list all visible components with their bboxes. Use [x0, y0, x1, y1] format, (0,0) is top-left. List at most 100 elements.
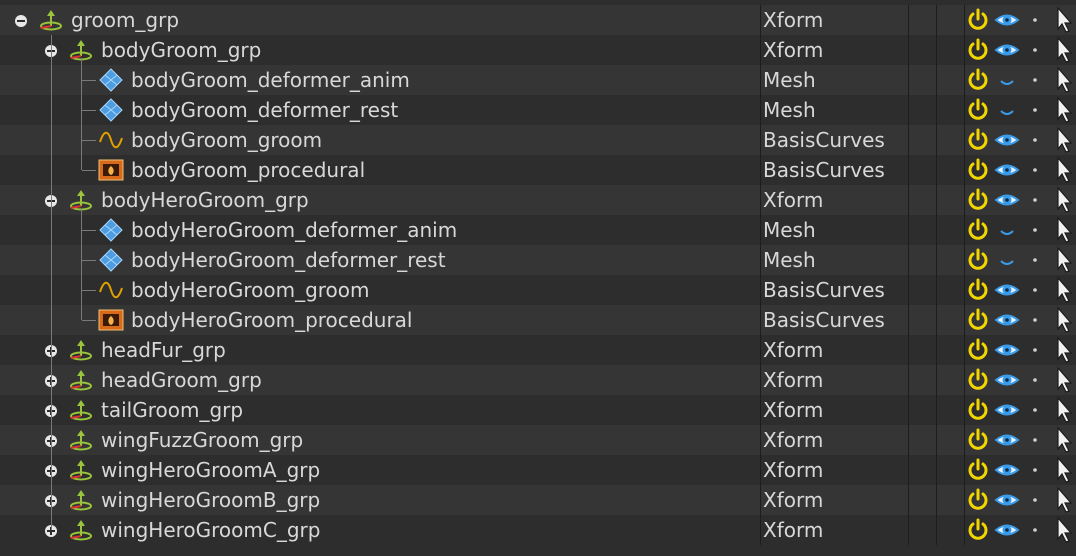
active-toggle-icon[interactable]	[964, 305, 992, 335]
visibility-eye-icon[interactable]	[992, 365, 1022, 395]
active-toggle-icon[interactable]	[964, 425, 992, 455]
active-toggle-icon[interactable]	[964, 5, 992, 35]
tree-guide-line	[82, 140, 96, 141]
prim-name: bodyHeroGroom_grp	[101, 188, 309, 212]
selectable-dot-icon[interactable]	[1022, 35, 1048, 65]
tree-row[interactable]: bodyHeroGroom_procedural BasisCurves	[0, 305, 1076, 335]
active-toggle-icon[interactable]	[964, 185, 992, 215]
active-toggle-icon[interactable]	[964, 515, 992, 545]
selectable-dot-icon[interactable]	[1022, 515, 1048, 545]
tree-row[interactable]: bodyHeroGroom_groom BasisCurves	[0, 275, 1076, 305]
active-toggle-icon[interactable]	[964, 485, 992, 515]
tree-row[interactable]: bodyHeroGroom_deformer_rest Mesh	[0, 245, 1076, 275]
active-toggle-icon[interactable]	[964, 395, 992, 425]
active-toggle-icon[interactable]	[964, 155, 992, 185]
tree-row[interactable]: bodyGroom_deformer_anim Mesh	[0, 65, 1076, 95]
visibility-eye-icon[interactable]	[992, 335, 1022, 365]
visibility-eye-icon[interactable]	[992, 125, 1022, 155]
selectable-dot-icon[interactable]	[1022, 335, 1048, 365]
active-toggle-icon[interactable]	[964, 65, 992, 95]
pointer-icon[interactable]	[1048, 125, 1076, 155]
visibility-closed-icon[interactable]	[992, 65, 1022, 95]
visibility-closed-icon[interactable]	[992, 215, 1022, 245]
tree-row[interactable]: bodyGroom_groom BasisCurves	[0, 125, 1076, 155]
pointer-icon[interactable]	[1048, 65, 1076, 95]
tree-row[interactable]: bodyGroom_procedural BasisCurves	[0, 155, 1076, 185]
tree-row[interactable]: headGroom_grp Xform	[0, 365, 1076, 395]
visibility-eye-icon[interactable]	[992, 155, 1022, 185]
pointer-icon[interactable]	[1048, 275, 1076, 305]
active-toggle-icon[interactable]	[964, 245, 992, 275]
pointer-icon[interactable]	[1048, 425, 1076, 455]
column-divider	[908, 35, 909, 65]
selectable-dot-icon[interactable]	[1022, 155, 1048, 185]
visibility-eye-icon[interactable]	[992, 35, 1022, 65]
collapse-icon[interactable]	[14, 13, 28, 27]
visibility-eye-icon[interactable]	[992, 515, 1022, 545]
active-toggle-icon[interactable]	[964, 215, 992, 245]
active-toggle-icon[interactable]	[964, 125, 992, 155]
selectable-dot-icon[interactable]	[1022, 125, 1048, 155]
pointer-icon[interactable]	[1048, 215, 1076, 245]
pointer-icon[interactable]	[1048, 485, 1076, 515]
pointer-icon[interactable]	[1048, 155, 1076, 185]
prim-type: Mesh	[763, 98, 816, 122]
visibility-eye-icon[interactable]	[992, 455, 1022, 485]
selectable-dot-icon[interactable]	[1022, 275, 1048, 305]
visibility-eye-icon[interactable]	[992, 395, 1022, 425]
tree-row[interactable]: wingHeroGroomA_grp Xform	[0, 455, 1076, 485]
column-divider	[908, 335, 909, 365]
tree-row[interactable]: wingFuzzGroom_grp Xform	[0, 425, 1076, 455]
tree-row[interactable]: groom_grp Xform	[0, 5, 1076, 35]
tree-row[interactable]: bodyGroom_grp Xform	[0, 35, 1076, 65]
pointer-icon[interactable]	[1048, 455, 1076, 485]
pointer-icon[interactable]	[1048, 335, 1076, 365]
pointer-icon[interactable]	[1048, 35, 1076, 65]
visibility-closed-icon[interactable]	[992, 245, 1022, 275]
pointer-icon[interactable]	[1048, 245, 1076, 275]
tree-row[interactable]: wingHeroGroomC_grp Xform	[0, 515, 1076, 545]
pointer-icon[interactable]	[1048, 5, 1076, 35]
selectable-dot-icon[interactable]	[1022, 365, 1048, 395]
visibility-eye-icon[interactable]	[992, 185, 1022, 215]
pointer-icon[interactable]	[1048, 395, 1076, 425]
selectable-dot-icon[interactable]	[1022, 185, 1048, 215]
pointer-icon[interactable]	[1048, 515, 1076, 545]
column-divider	[760, 185, 761, 215]
pointer-icon[interactable]	[1048, 95, 1076, 125]
pointer-icon[interactable]	[1048, 305, 1076, 335]
visibility-eye-icon[interactable]	[992, 425, 1022, 455]
column-divider	[760, 455, 761, 485]
tree-row[interactable]: tailGroom_grp Xform	[0, 395, 1076, 425]
selectable-dot-icon[interactable]	[1022, 65, 1048, 95]
active-toggle-icon[interactable]	[964, 275, 992, 305]
selectable-dot-icon[interactable]	[1022, 455, 1048, 485]
pointer-icon[interactable]	[1048, 365, 1076, 395]
active-toggle-icon[interactable]	[964, 35, 992, 65]
visibility-eye-icon[interactable]	[992, 485, 1022, 515]
tree-guide-line	[81, 208, 82, 320]
active-toggle-icon[interactable]	[964, 455, 992, 485]
visibility-eye-icon[interactable]	[992, 5, 1022, 35]
column-divider	[936, 515, 937, 545]
visibility-eye-icon[interactable]	[992, 305, 1022, 335]
pointer-icon[interactable]	[1048, 185, 1076, 215]
selectable-dot-icon[interactable]	[1022, 425, 1048, 455]
selectable-dot-icon[interactable]	[1022, 485, 1048, 515]
tree-row[interactable]: bodyHeroGroom_deformer_anim Mesh	[0, 215, 1076, 245]
tree-row[interactable]: headFur_grp Xform	[0, 335, 1076, 365]
active-toggle-icon[interactable]	[964, 365, 992, 395]
selectable-dot-icon[interactable]	[1022, 395, 1048, 425]
tree-row[interactable]: bodyHeroGroom_grp Xform	[0, 185, 1076, 215]
tree-row[interactable]: bodyGroom_deformer_rest Mesh	[0, 95, 1076, 125]
tree-row[interactable]: wingHeroGroomB_grp Xform	[0, 485, 1076, 515]
visibility-eye-icon[interactable]	[992, 275, 1022, 305]
visibility-closed-icon[interactable]	[992, 95, 1022, 125]
selectable-dot-icon[interactable]	[1022, 95, 1048, 125]
selectable-dot-icon[interactable]	[1022, 215, 1048, 245]
selectable-dot-icon[interactable]	[1022, 5, 1048, 35]
active-toggle-icon[interactable]	[964, 335, 992, 365]
selectable-dot-icon[interactable]	[1022, 245, 1048, 275]
selectable-dot-icon[interactable]	[1022, 305, 1048, 335]
active-toggle-icon[interactable]	[964, 95, 992, 125]
